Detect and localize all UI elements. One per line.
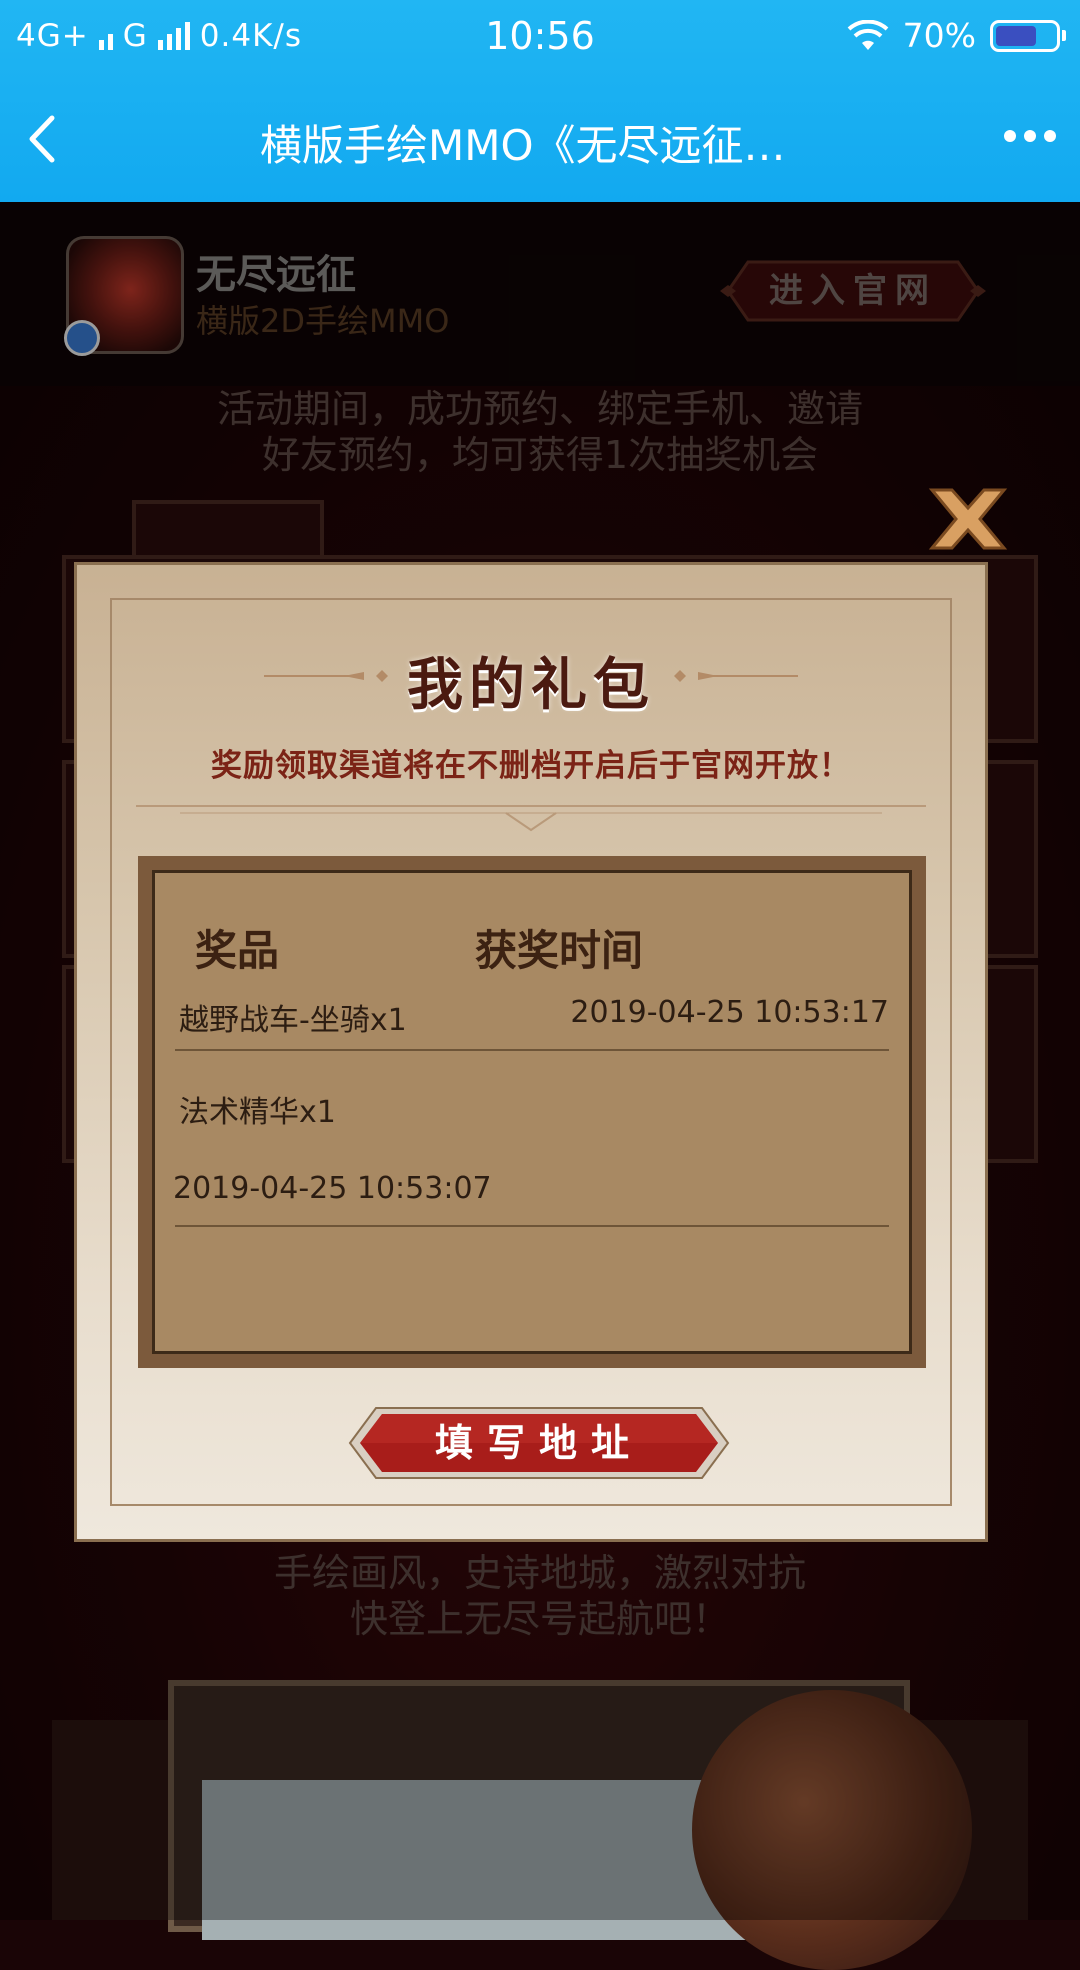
battery-icon [990, 19, 1066, 52]
fill-address-button[interactable]: 填写地址 [346, 1404, 732, 1482]
column-header-time: 获奖时间 [475, 926, 644, 975]
title-ornament-right [674, 670, 798, 682]
prize-table: 奖品 获奖时间 越野战车-坐骑x1 2019-04-25 10:53:17 法术… [138, 856, 926, 1368]
reward-notice: 奖励领取渠道将在不删档开启后于官网开放！ [211, 748, 851, 784]
column-header-prize: 奖品 [195, 926, 280, 975]
row-divider [175, 1049, 889, 1051]
prize-name: 法术精华x1 [179, 1095, 336, 1130]
nav-bar: 横版手绘MMO《无尽远征… [0, 90, 1080, 186]
gift-modal: 我的礼包 奖励领取渠道将在不删档开启后于官网开放！ 奖品 获奖时间 越野战车-坐… [74, 562, 988, 1542]
notice-divider [136, 805, 926, 832]
prize-time: 2019-04-25 10:53:17 [570, 995, 889, 1030]
more-dots-icon[interactable] [1004, 130, 1056, 142]
wifi-icon [847, 19, 888, 50]
status-right: 70% [847, 16, 1066, 55]
prize-name: 越野战车-坐骑x1 [179, 1003, 407, 1038]
close-x-icon[interactable] [926, 486, 1010, 552]
page-title: 横版手绘MMO《无尽远征… [260, 121, 786, 170]
battery-fill [996, 25, 1037, 46]
prize-time: 2019-04-25 10:53:07 [173, 1171, 492, 1206]
prize-table-inner[interactable]: 奖品 获奖时间 越野战车-坐骑x1 2019-04-25 10:53:17 法术… [152, 870, 912, 1354]
row-divider [175, 1225, 889, 1227]
chevron-left-icon[interactable] [20, 112, 64, 166]
status-bar: 4G+ G 0.4K/s 10:56 70% [0, 0, 1080, 248]
modal-title: 我的礼包 [407, 653, 655, 718]
battery-percent: 70% [902, 16, 976, 55]
top-bar: 4G+ G 0.4K/s 10:56 70% 横版手绘MMO《无尽远征… [0, 0, 1080, 248]
